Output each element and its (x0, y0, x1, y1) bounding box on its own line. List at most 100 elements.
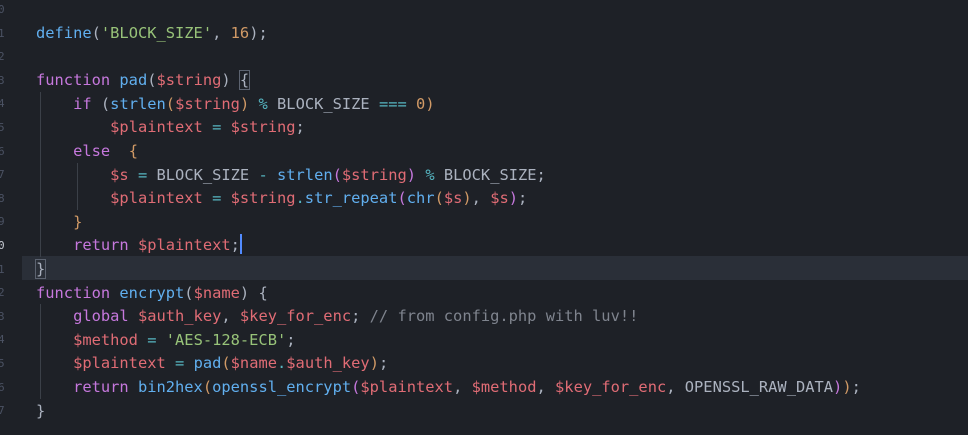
code-token: $string (156, 71, 222, 90)
code-line[interactable]: } (73, 210, 82, 234)
code-token: strlen (110, 94, 166, 113)
code-line[interactable]: if (strlen($string) % BLOCK_SIZE === 0) (73, 92, 435, 116)
code-token: ) (462, 189, 472, 208)
code-token: - (249, 165, 277, 184)
code-token: return (73, 378, 138, 396)
code-token: = (202, 118, 231, 137)
code-token: define (36, 24, 92, 42)
code-token: % (416, 165, 444, 184)
code-token: ( (332, 165, 342, 184)
code-line[interactable]: $s = BLOCK_SIZE - strlen($string) % BLOC… (110, 163, 546, 187)
code-line[interactable]: $plaintext = pad($name.$auth_key); (73, 351, 388, 375)
code-token: $auth_key (286, 354, 370, 373)
code-token: 16 (230, 24, 250, 42)
code-token: $plaintext (73, 354, 166, 373)
code-token: ( (184, 283, 194, 302)
code-token: $s (443, 189, 463, 208)
code-token: ) (221, 71, 240, 90)
code-token: = (202, 189, 231, 208)
code-line[interactable]: function encrypt($name) { (36, 281, 268, 305)
code-line[interactable]: else { (73, 139, 138, 163)
code-token: pad (119, 71, 148, 90)
code-line[interactable]: } (34, 257, 47, 281)
code-token: } (34, 259, 47, 279)
code-token: ( (397, 189, 407, 208)
code-token: $name (193, 283, 240, 302)
code-token: , (536, 378, 556, 396)
code-token: ; (378, 354, 389, 373)
code-token: bin2hex (137, 378, 203, 396)
code-token: , (212, 24, 231, 42)
code-token: . (277, 354, 287, 373)
code-token: BLOCK_SIZE (156, 165, 250, 184)
code-token: $auth_key (137, 307, 222, 326)
code-line[interactable]: global $auth_key, $key_for_enc; // from … (73, 304, 638, 328)
code-token: $plaintext (360, 378, 454, 396)
code-token: 'AES-128-ECB' (165, 330, 287, 349)
code-token: ( (100, 94, 111, 113)
code-token: return (73, 236, 138, 255)
code-token: BLOCK_SIZE; (443, 165, 546, 184)
code-line[interactable]: return bin2hex(openssl_encrypt($plaintex… (73, 375, 861, 399)
code-token: , (471, 189, 491, 208)
code-token: ; (351, 307, 370, 326)
code-token: , (221, 307, 240, 326)
code-token: ; (851, 378, 861, 396)
code-token: , OPENSSL_RAW_DATA (666, 378, 834, 396)
indent-guide (77, 162, 79, 210)
code-token: $plaintext (137, 236, 231, 255)
code-token: === (369, 94, 417, 113)
code-token: if (73, 94, 101, 113)
code-line[interactable]: function pad($string) { (36, 68, 251, 92)
code-token: BLOCK_SIZE (277, 94, 370, 113)
code-token: = (128, 165, 157, 184)
code-token: ( (202, 378, 213, 396)
code-token: // from config.php with luv!! (369, 307, 639, 326)
code-token: ; (286, 330, 296, 349)
code-token: ) (239, 94, 250, 113)
code-token: . (295, 189, 305, 208)
code-line[interactable]: } (36, 399, 45, 423)
code-token: function (36, 71, 120, 90)
code-token: { (238, 70, 251, 91)
code-token: , (453, 378, 472, 396)
code-token: ) (406, 165, 417, 184)
code-token: = (137, 330, 166, 349)
code-token: ) { (239, 283, 268, 302)
code-token: $s (490, 189, 509, 208)
code-token: $plaintext (110, 189, 203, 208)
current-line-highlight (22, 256, 968, 280)
code-token: ( (351, 378, 361, 396)
code-token: ) (842, 378, 852, 396)
code-token: ( (221, 354, 231, 373)
code-token: $plaintext (110, 118, 203, 137)
code-line[interactable]: $plaintext = $string.str_repeat(chr($s),… (110, 186, 527, 210)
code-token: ; (295, 118, 305, 137)
code-token: 'BLOCK_SIZE' (100, 24, 213, 42)
indent-guide (40, 304, 41, 399)
code-token: ; (518, 189, 528, 208)
code-token: 0 (416, 94, 426, 113)
code-token: $method (471, 378, 537, 396)
code-token: else (73, 142, 129, 160)
code-token: global (73, 307, 138, 326)
code-token: chr (406, 189, 435, 208)
code-token: $string (230, 189, 296, 208)
code-token: ( (165, 94, 176, 113)
code-editor[interactable]: define('BLOCK_SIZE', 16); function pad($s… (0, 0, 968, 435)
code-token: = (165, 354, 194, 373)
code-token: $s (110, 165, 129, 184)
code-token: } (36, 401, 46, 420)
code-line[interactable]: return $plaintext; (73, 233, 242, 257)
code-token: ( (434, 189, 444, 208)
code-token: encrypt (119, 283, 185, 302)
code-token: $name (230, 354, 277, 373)
code-line[interactable]: $plaintext = $string; (110, 115, 305, 139)
code-token: str_repeat (304, 189, 398, 208)
code-line[interactable]: $method = 'AES-128-ECB'; (73, 328, 295, 352)
code-token: $key_for_enc (239, 307, 352, 326)
code-token: ; (230, 236, 240, 255)
code-token: function (36, 283, 120, 302)
code-line[interactable]: define('BLOCK_SIZE', 16); (36, 21, 268, 45)
code-token: { (128, 142, 138, 160)
